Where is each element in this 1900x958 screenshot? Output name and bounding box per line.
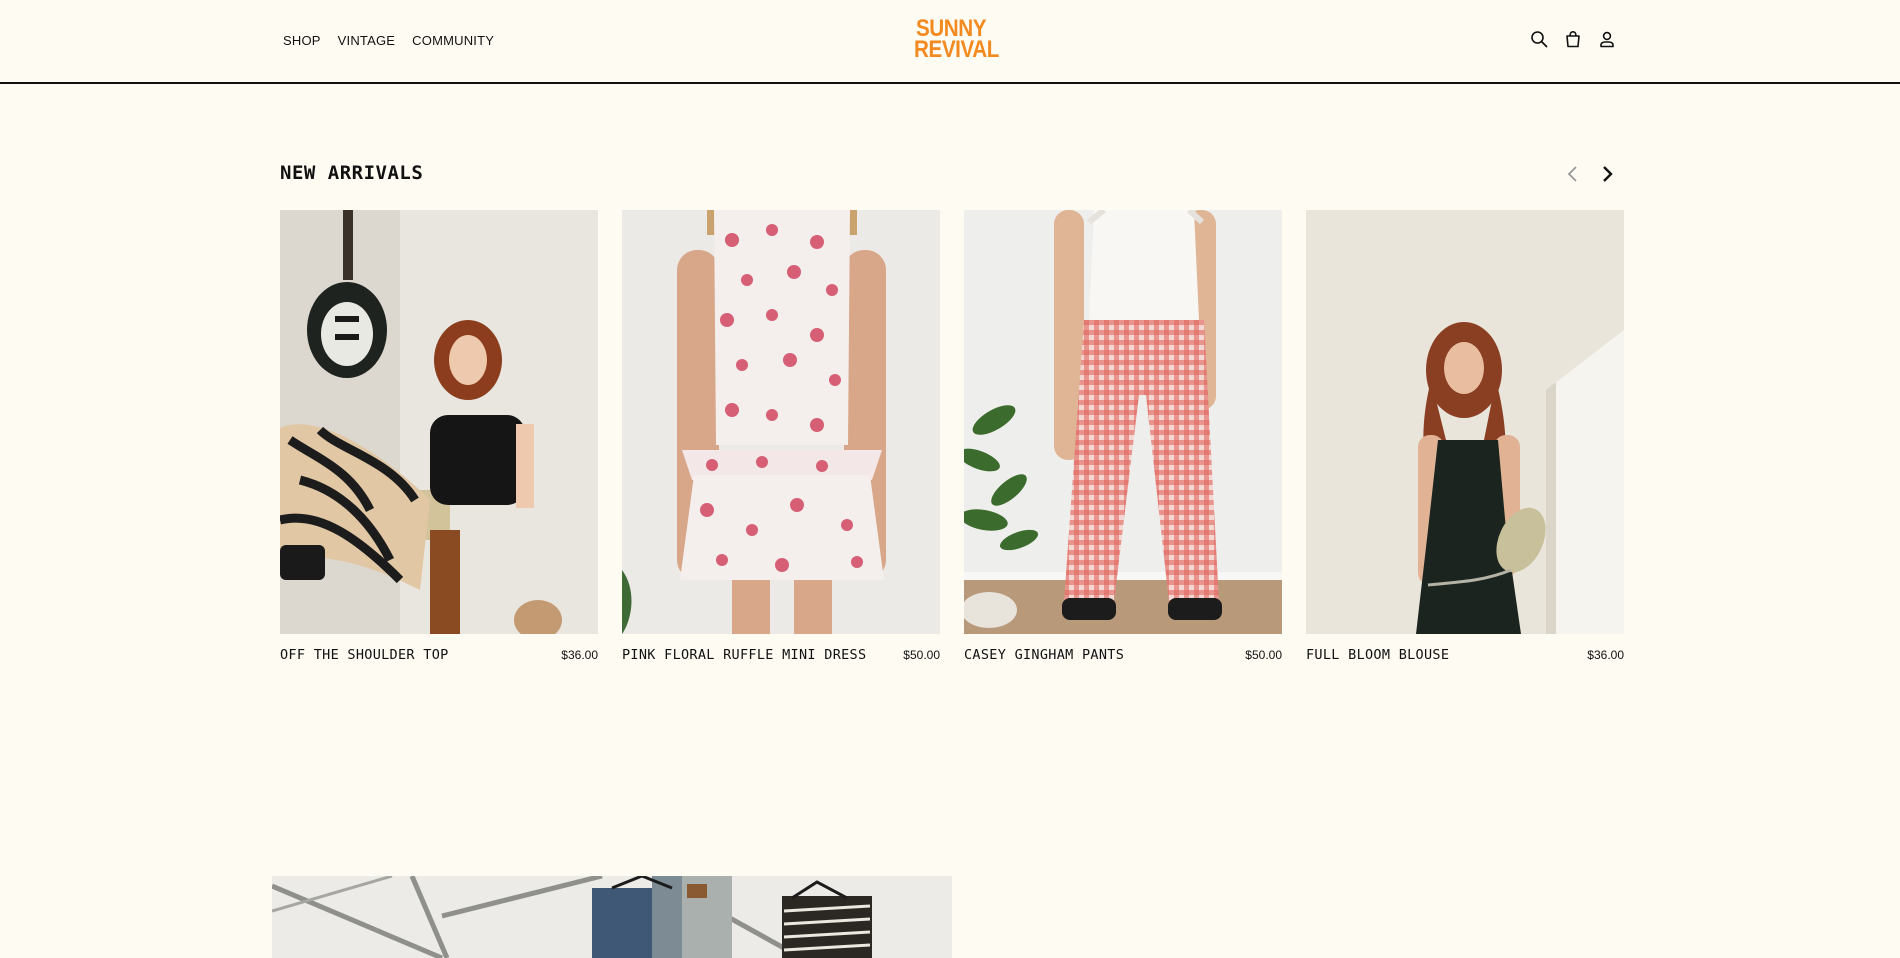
nav-community[interactable]: COMMUNITY bbox=[412, 33, 494, 48]
carousel-controls bbox=[1564, 162, 1616, 186]
product-price: $50.00 bbox=[903, 648, 940, 662]
product-card[interactable]: OFF THE SHOULDER TOP $36.00 bbox=[280, 210, 598, 663]
header-actions bbox=[1530, 30, 1616, 48]
product-meta: FULL BLOOM BLOUSE $36.00 bbox=[1306, 647, 1624, 663]
product-card[interactable]: PINK FLORAL RUFFLE MINI DRESS $50.00 bbox=[622, 210, 940, 663]
product-name[interactable]: CASEY GINGHAM PANTS bbox=[964, 647, 1124, 663]
product-meta: CASEY GINGHAM PANTS $50.00 bbox=[964, 647, 1282, 663]
product-price: $36.00 bbox=[1587, 648, 1624, 662]
community-banner-image bbox=[272, 876, 952, 958]
search-icon[interactable] bbox=[1530, 30, 1548, 48]
product-carousel: OFF THE SHOULDER TOP $36.00 PINK FLORAL … bbox=[280, 210, 1624, 663]
section-title: NEW ARRIVALS bbox=[280, 162, 424, 184]
nav-shop[interactable]: SHOP bbox=[283, 33, 321, 48]
product-meta: PINK FLORAL RUFFLE MINI DRESS $50.00 bbox=[622, 647, 940, 663]
product-name[interactable]: PINK FLORAL RUFFLE MINI DRESS bbox=[622, 647, 866, 663]
site-header: SHOP VINTAGE COMMUNITY SUNNY REVIVAL bbox=[0, 0, 1900, 84]
product-image[interactable] bbox=[1306, 210, 1624, 634]
product-card[interactable]: CASEY GINGHAM PANTS $50.00 bbox=[964, 210, 1282, 663]
nav-vintage[interactable]: VINTAGE bbox=[338, 33, 396, 48]
product-card[interactable]: FULL BLOOM BLOUSE $36.00 bbox=[1306, 210, 1624, 663]
chevron-left-icon[interactable] bbox=[1564, 162, 1582, 186]
account-icon[interactable] bbox=[1598, 30, 1616, 48]
main-nav: SHOP VINTAGE COMMUNITY bbox=[283, 33, 494, 48]
product-name[interactable]: FULL BLOOM BLOUSE bbox=[1306, 647, 1449, 663]
product-image[interactable] bbox=[280, 210, 598, 634]
product-meta: OFF THE SHOULDER TOP $36.00 bbox=[280, 647, 598, 663]
site-logo[interactable]: SUNNY REVIVAL bbox=[914, 17, 999, 63]
product-price: $36.00 bbox=[561, 648, 598, 662]
logo-line-2: REVIVAL bbox=[914, 36, 999, 63]
product-name[interactable]: OFF THE SHOULDER TOP bbox=[280, 647, 449, 663]
product-image[interactable] bbox=[964, 210, 1282, 634]
bag-icon[interactable] bbox=[1564, 30, 1582, 48]
chevron-right-icon[interactable] bbox=[1598, 162, 1616, 186]
product-price: $50.00 bbox=[1245, 648, 1282, 662]
product-image[interactable] bbox=[622, 210, 940, 634]
